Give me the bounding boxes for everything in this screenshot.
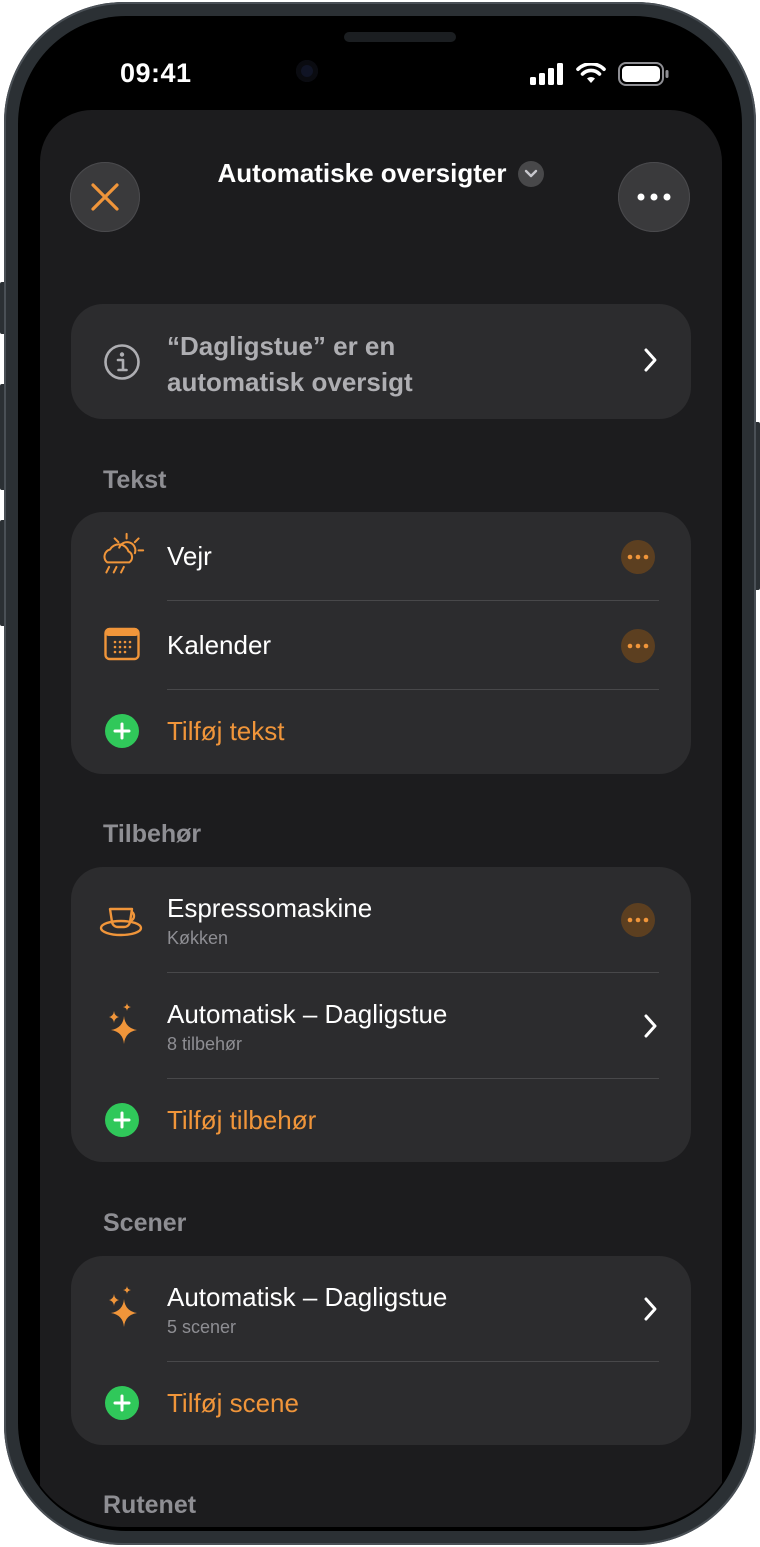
section-label-rutenet: Rutenet bbox=[103, 1491, 197, 1519]
sparkles-icon bbox=[99, 1284, 145, 1330]
add-icon bbox=[99, 1380, 145, 1426]
tekst-card: Vejr Kalender Tilføj tekst bbox=[71, 512, 691, 774]
info-banner-line1: “Dagligstue” er en bbox=[167, 331, 396, 361]
calendar-icon bbox=[99, 621, 145, 667]
speaker bbox=[344, 32, 456, 42]
wifi-icon bbox=[576, 63, 606, 83]
battery-icon bbox=[618, 62, 669, 86]
list-item-label: Vejr bbox=[167, 541, 212, 571]
chevron-right-icon bbox=[644, 348, 657, 372]
more-options-button[interactable] bbox=[621, 903, 655, 937]
info-banner[interactable]: “Dagligstue” er en automatisk oversigt bbox=[71, 304, 691, 419]
info-icon bbox=[103, 343, 141, 386]
screen: 09:41 Automatiske oversigter “Dagligstue… bbox=[20, 20, 740, 1527]
list-item-vejr[interactable]: Vejr bbox=[71, 512, 691, 600]
tilbehor-card: Espressomaskine Køkken Automatisk – Dagl… bbox=[71, 867, 691, 1162]
ellipsis-icon bbox=[627, 554, 649, 560]
add-icon bbox=[99, 1097, 145, 1143]
list-item-label: Kalender bbox=[167, 630, 272, 660]
status-icons bbox=[530, 62, 670, 86]
section-label-tekst: Tekst bbox=[103, 466, 167, 494]
list-item-label: Espressomaskine bbox=[167, 893, 373, 923]
add-scene-label: Tilføj scene bbox=[167, 1388, 299, 1418]
section-label-scener: Scener bbox=[103, 1209, 187, 1237]
chevron-right-icon bbox=[644, 1297, 657, 1321]
chevron-right-icon bbox=[644, 1014, 657, 1038]
weather-icon bbox=[99, 532, 145, 578]
list-item-automatisk-dagligstue[interactable]: Automatisk – Dagligstue 8 tilbehør bbox=[71, 973, 691, 1078]
list-item-kalender[interactable]: Kalender bbox=[71, 601, 691, 689]
add-scene-button[interactable]: Tilføj scene bbox=[71, 1362, 691, 1445]
more-options-button[interactable] bbox=[621, 629, 655, 663]
add-accessory-label: Tilføj tilbehør bbox=[167, 1105, 317, 1135]
scener-card: Automatisk – Dagligstue 5 scener Tilføj … bbox=[71, 1256, 691, 1445]
list-item-espressomaskine[interactable]: Espressomaskine Køkken bbox=[71, 867, 691, 972]
status-time: 09:41 bbox=[120, 58, 192, 88]
sparkles-icon bbox=[99, 1001, 145, 1047]
list-item-automatisk-dagligstue-scener[interactable]: Automatisk – Dagligstue 5 scener bbox=[71, 1256, 691, 1361]
front-camera bbox=[296, 60, 318, 82]
add-text-button[interactable]: Tilføj tekst bbox=[71, 690, 691, 774]
overview-sheet: Automatiske oversigter “Dagligstue” er e… bbox=[40, 110, 722, 1527]
list-item-sublabel: 5 scener bbox=[167, 1317, 237, 1337]
ellipsis-icon bbox=[627, 643, 649, 649]
chevron-down-icon bbox=[518, 160, 545, 187]
list-item-sublabel: 8 tilbehør bbox=[167, 1034, 243, 1054]
ellipsis-icon bbox=[627, 917, 649, 923]
info-banner-line2: automatisk oversigt bbox=[167, 367, 413, 397]
list-item-label: Automatisk – Dagligstue bbox=[167, 999, 448, 1029]
add-text-label: Tilføj tekst bbox=[167, 716, 285, 746]
coffee-cup-icon bbox=[99, 897, 145, 943]
list-item-label: Automatisk – Dagligstue bbox=[167, 1282, 448, 1312]
add-icon bbox=[99, 708, 145, 754]
more-options-button[interactable] bbox=[621, 540, 655, 574]
cellular-signal-icon bbox=[530, 63, 563, 85]
page-title-text: Automatiske oversigter bbox=[217, 158, 507, 188]
more-options-button[interactable] bbox=[618, 162, 690, 232]
list-item-sublabel: Køkken bbox=[167, 928, 229, 948]
section-label-tilbehor: Tilbehør bbox=[103, 820, 202, 848]
ellipsis-icon bbox=[637, 193, 671, 201]
add-accessory-button[interactable]: Tilføj tilbehør bbox=[71, 1079, 691, 1162]
